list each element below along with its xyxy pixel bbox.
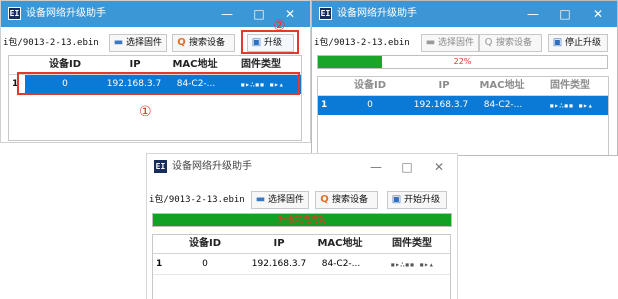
app-icon: EI <box>154 160 167 173</box>
cell-ip: 192.168.3.7 <box>251 259 307 269</box>
row-index: 1 <box>318 96 334 115</box>
search-icon: Q <box>177 37 186 48</box>
row-index: 1 <box>156 259 163 269</box>
stop-upgrade-label: 停止升级 <box>565 38 602 48</box>
window-title: 设备网络升级助手 <box>26 8 106 19</box>
column-header-ip[interactable]: IP <box>414 77 474 95</box>
table-header: 设备ID IP MAC地址 固件类型 <box>153 235 450 254</box>
progress-label: 22% <box>453 57 472 66</box>
minimize-button[interactable]: — <box>523 4 543 24</box>
start-upgrade-icon: ▣ <box>391 194 402 205</box>
search-device-label: 搜索设备 <box>332 195 369 205</box>
column-header-firmware-type[interactable]: 固件类型 <box>534 77 606 95</box>
minimize-button[interactable]: — <box>366 157 386 177</box>
upgrade-window-in-progress: EI 设备网络升级助手 — □ ✕ i包/9013-2-13.ebin ▬ 选择固… <box>311 0 618 156</box>
cell-firmware-type: ▪▸∴▪▪ ▪▸▴ <box>549 101 593 110</box>
start-upgrade-button[interactable]: ▣ 开始升级 <box>387 191 447 209</box>
folder-icon: ▬ <box>255 194 266 205</box>
close-button[interactable]: ✕ <box>588 4 608 24</box>
progress-label: 升级完成成功 <box>278 215 326 224</box>
column-header-device-id[interactable]: 设备ID <box>175 235 235 253</box>
title-bar[interactable]: EI 设备网络升级助手 — □ ✕ <box>1 1 310 27</box>
column-header-ip[interactable]: IP <box>249 235 309 253</box>
table-header: 设备ID IP MAC地址 固件类型 <box>318 77 608 96</box>
table-row[interactable]: 1 0 192.168.3.7 84-C2-... ▪▸∴▪▪ ▪▸▴ <box>318 96 608 115</box>
start-upgrade-label: 开始升级 <box>404 195 441 205</box>
maximize-button[interactable]: □ <box>555 4 575 24</box>
cell-device-id: 0 <box>202 259 208 269</box>
highlight-upgrade-button <box>241 30 299 54</box>
title-bar[interactable]: EI 设备网络升级助手 — □ ✕ <box>147 154 457 180</box>
device-table: 设备ID IP MAC地址 固件类型 1 0 192.168.3.7 84-C2… <box>152 234 451 299</box>
select-firmware-button[interactable]: ▬ 选择固件 <box>109 34 167 52</box>
highlight-device-row <box>17 72 300 95</box>
table-row[interactable]: 1 0 192.168.3.7 84-C2-... ▪▸∴▪▪ ▪▸▴ <box>153 255 450 275</box>
select-firmware-button[interactable]: ▬ 选择固件 <box>251 191 309 209</box>
folder-icon: ▬ <box>113 37 124 48</box>
search-icon: Q <box>320 194 329 205</box>
cell-mac: 84-C2-... <box>321 259 361 269</box>
window-title: 设备网络升级助手 <box>172 161 252 172</box>
app-icon: EI <box>319 7 332 20</box>
device-table: 设备ID IP MAC地址 固件类型 1 0 192.168.3.7 84-C2… <box>8 55 302 141</box>
cell-device-id: 0 <box>367 100 373 110</box>
upgrade-progress-bar: 22% <box>317 55 608 69</box>
maximize-button[interactable]: □ <box>397 157 417 177</box>
stop-upgrade-button[interactable]: ▣ 停止升级 <box>548 34 608 52</box>
window-title: 设备网络升级助手 <box>337 8 417 19</box>
search-device-button[interactable]: Q 搜索设备 <box>315 191 378 209</box>
column-header-mac[interactable]: MAC地址 <box>474 77 530 95</box>
column-header-device-id[interactable]: 设备ID <box>340 77 400 95</box>
step1-marker: ① <box>139 104 152 120</box>
upgrade-progress-bar: 升级完成成功 <box>152 213 452 227</box>
search-device-label: 搜索设备 <box>496 38 533 48</box>
folder-icon: ▬ <box>425 37 436 48</box>
firmware-path: i包/9013-2-13.ebin <box>314 38 410 48</box>
stop-upgrade-icon: ▣ <box>552 37 563 48</box>
search-device-button[interactable]: Q 搜索设备 <box>479 34 542 52</box>
device-table: 设备ID IP MAC地址 固件类型 1 0 192.168.3.7 84-C2… <box>317 76 609 155</box>
app-icon: EI <box>8 7 21 20</box>
cell-ip: 192.168.3.7 <box>413 100 469 110</box>
title-bar[interactable]: EI 设备网络升级助手 — □ ✕ <box>312 1 617 27</box>
column-header-firmware-type[interactable]: 固件类型 <box>377 235 447 253</box>
cell-firmware-type: ▪▸∴▪▪ ▪▸▴ <box>390 260 434 269</box>
search-device-label: 搜索设备 <box>189 38 226 48</box>
maximize-button[interactable]: □ <box>249 4 269 24</box>
select-firmware-label: 选择固件 <box>126 38 163 48</box>
close-button[interactable]: ✕ <box>429 157 449 177</box>
minimize-button[interactable]: — <box>217 4 237 24</box>
select-firmware-label: 选择固件 <box>268 195 305 205</box>
search-icon: Q <box>484 37 493 48</box>
select-firmware-label: 选择固件 <box>438 38 475 48</box>
select-firmware-button[interactable]: ▬ 选择固件 <box>421 34 479 52</box>
column-header-mac[interactable]: MAC地址 <box>311 235 369 253</box>
firmware-path: i包/9013-2-13.ebin <box>149 195 245 205</box>
upgrade-window-step1: EI 设备网络升级助手 — □ ✕ i包/9013-2-13.ebin ▬ 选择固… <box>0 0 311 143</box>
cell-mac: 84-C2-... <box>483 100 523 110</box>
upgrade-window-complete: EI 设备网络升级助手 — □ ✕ i包/9013-2-13.ebin ▬ 选择固… <box>146 153 458 299</box>
search-device-button[interactable]: Q 搜索设备 <box>172 34 235 52</box>
firmware-path: i包/9013-2-13.ebin <box>3 38 99 48</box>
step2-marker: ② <box>273 18 286 34</box>
